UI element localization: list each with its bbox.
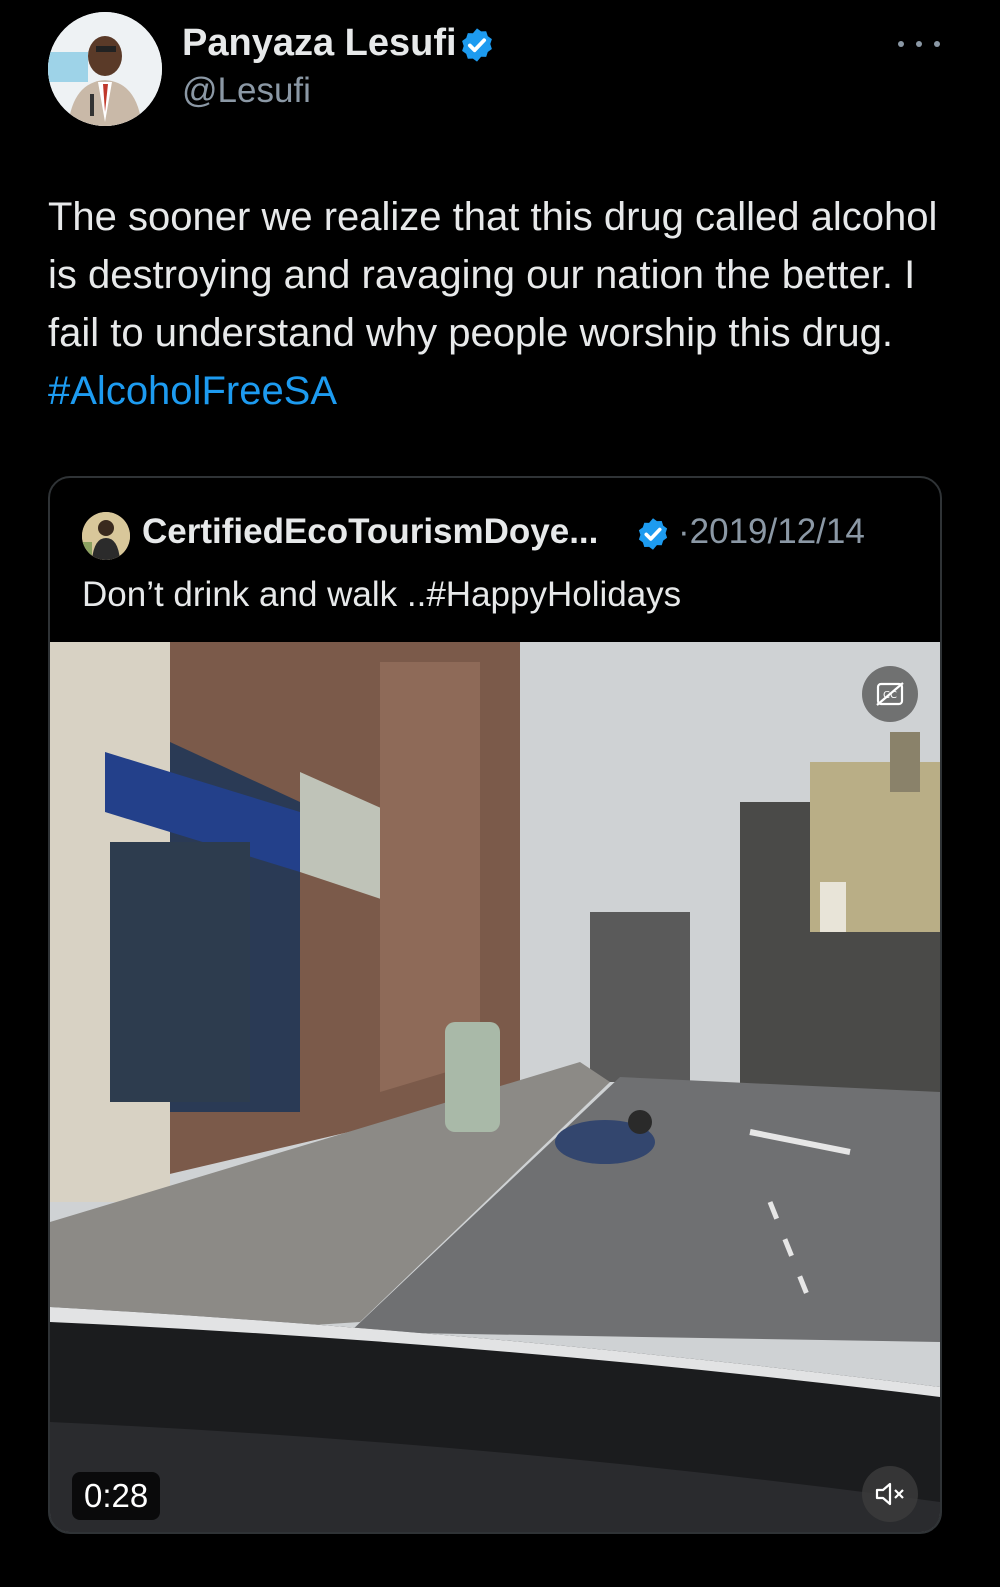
more-horizontal-icon-dot [916,41,922,47]
quoted-author-name[interactable]: CertifiedEcoTourismDoye... [142,512,598,552]
avatar-image [48,12,162,126]
quoted-tweet-card[interactable]: CertifiedEcoTourismDoye... ·2019/12/14 D… [48,476,942,1534]
quoted-author-avatar[interactable] [82,512,130,560]
date-value: 2019/12/14 [689,512,865,551]
tweet-body: The sooner we realize that this drug cal… [48,195,938,355]
captions-off-icon: CC [876,682,904,706]
verified-badge-icon [462,28,492,62]
video-duration-badge: 0:28 [72,1472,161,1520]
tweet-text: The sooner we realize that this drug cal… [48,188,948,420]
tweet: Panyaza Lesufi @Lesufi The sooner we rea… [0,0,1000,1587]
more-horizontal-icon-dot [934,41,940,47]
author-display-name[interactable]: Panyaza Lesufi [182,22,457,65]
speaker-muted-icon [875,1482,904,1506]
date-separator: · [678,512,690,551]
quoted-tweet-text: Don’t drink and walk ..#HappyHolidays [82,575,682,614]
captions-toggle-button[interactable]: CC [862,666,918,722]
more-options-button[interactable] [898,30,940,58]
hashtag-link[interactable]: #AlcoholFreeSA [48,369,337,413]
mute-toggle-button[interactable] [862,1466,918,1522]
quoted-tweet-date[interactable]: ·2019/12/14 [678,512,865,552]
more-horizontal-icon-dot [898,41,904,47]
author-handle[interactable]: @Lesufi [182,71,311,111]
quoted-avatar-image [82,512,130,560]
author-avatar[interactable] [48,12,162,126]
video-frame [50,642,940,1532]
verified-badge-icon [638,518,668,550]
video-player[interactable]: CC 0:28 [50,642,940,1532]
